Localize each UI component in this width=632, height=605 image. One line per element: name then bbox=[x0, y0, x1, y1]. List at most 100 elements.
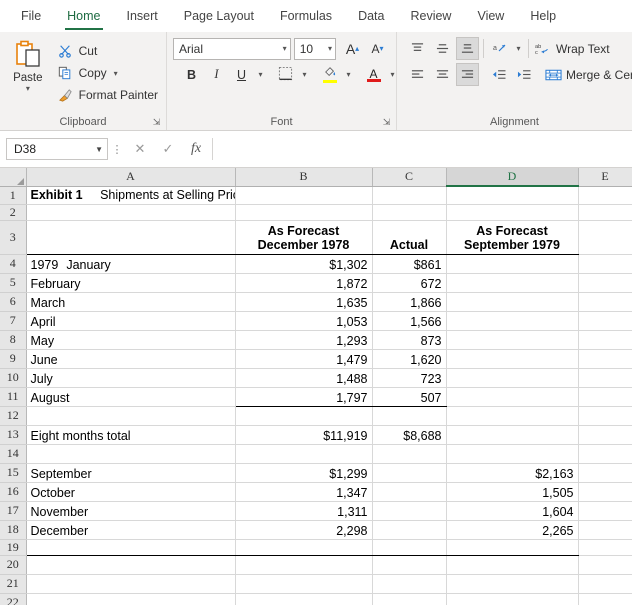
cell-c19[interactable] bbox=[372, 539, 447, 556]
row-header-12[interactable]: 12 bbox=[0, 406, 27, 426]
cell-c14[interactable] bbox=[372, 444, 447, 464]
row-header-21[interactable]: 21 bbox=[0, 574, 27, 594]
orientation-button[interactable]: a bbox=[488, 37, 511, 60]
cell-c11[interactable]: 507 bbox=[372, 387, 447, 407]
cell-e9[interactable] bbox=[578, 349, 632, 369]
cell-c3[interactable]: Actual bbox=[372, 219, 447, 255]
cell-e8[interactable] bbox=[578, 330, 632, 350]
align-top-button[interactable] bbox=[406, 37, 429, 60]
column-header-e[interactable]: E bbox=[578, 168, 632, 187]
cell-e1[interactable] bbox=[578, 186, 632, 205]
align-center-button[interactable] bbox=[431, 63, 454, 86]
cell-d21[interactable] bbox=[446, 574, 579, 594]
cell-a19[interactable] bbox=[26, 539, 236, 556]
decrease-indent-button[interactable] bbox=[487, 63, 510, 86]
row-header-16[interactable]: 16 bbox=[0, 482, 27, 502]
cell-d13[interactable] bbox=[446, 425, 579, 445]
cell-c9[interactable]: 1,620 bbox=[372, 349, 447, 369]
cell-a4[interactable]: 1979 January bbox=[26, 254, 236, 274]
borders-button[interactable] bbox=[274, 63, 297, 86]
cell-d22[interactable] bbox=[446, 593, 579, 605]
cell-e13[interactable] bbox=[578, 425, 632, 445]
cell-d19[interactable] bbox=[446, 539, 579, 556]
cell-e7[interactable] bbox=[578, 311, 632, 331]
cut-button[interactable]: Cut bbox=[52, 40, 162, 62]
merge-center-button[interactable]: Merge & Cen bbox=[542, 63, 632, 86]
cell-b13[interactable]: $11,919 bbox=[235, 425, 373, 445]
cell-e4[interactable] bbox=[578, 254, 632, 274]
fill-color-button[interactable] bbox=[318, 63, 341, 86]
cell-c20[interactable] bbox=[372, 555, 447, 575]
row-header-11[interactable]: 11 bbox=[0, 387, 27, 407]
italic-button[interactable]: I bbox=[205, 63, 228, 86]
cell-b1[interactable] bbox=[235, 186, 373, 205]
cell-a3[interactable] bbox=[26, 219, 236, 255]
cell-b8[interactable]: 1,293 bbox=[235, 330, 373, 350]
name-box[interactable]: D38 ▼ bbox=[6, 138, 108, 160]
orientation-dropdown[interactable]: ▾ bbox=[513, 37, 524, 60]
font-dialog-launcher[interactable]: ⇲ bbox=[381, 117, 392, 128]
cell-e12[interactable] bbox=[578, 406, 632, 426]
cell-d12[interactable] bbox=[446, 406, 579, 426]
font-size-select[interactable]: 10 ▾ bbox=[293, 37, 336, 60]
cell-b10[interactable]: 1,488 bbox=[235, 368, 373, 388]
fill-color-dropdown[interactable]: ▾ bbox=[343, 63, 354, 86]
tab-home[interactable]: Home bbox=[54, 0, 113, 32]
format-painter-button[interactable]: Format Painter bbox=[52, 84, 162, 106]
cell-c4[interactable]: $861 bbox=[372, 254, 447, 274]
enter-formula-button[interactable]: ✓ bbox=[154, 138, 182, 160]
cell-c2[interactable] bbox=[372, 204, 447, 221]
cell-b5[interactable]: 1,872 bbox=[235, 273, 373, 293]
cell-c16[interactable] bbox=[372, 482, 447, 502]
tab-help[interactable]: Help bbox=[517, 0, 569, 32]
cell-d3[interactable]: As Forecast September 1979 bbox=[446, 219, 579, 255]
bold-button[interactable]: B bbox=[180, 63, 203, 86]
cell-e21[interactable] bbox=[578, 574, 632, 594]
cell-c13[interactable]: $8,688 bbox=[372, 425, 447, 445]
cell-b20[interactable] bbox=[235, 555, 373, 575]
wrap-text-button[interactable]: ab c Wrap Text bbox=[532, 37, 613, 60]
cell-b19[interactable] bbox=[235, 539, 373, 556]
cell-b11[interactable]: 1,797 bbox=[235, 387, 373, 407]
cell-d17[interactable]: 1,604 bbox=[446, 501, 579, 521]
increase-indent-button[interactable] bbox=[512, 63, 535, 86]
row-header-4[interactable]: 4 bbox=[0, 254, 27, 274]
cell-a20[interactable] bbox=[26, 555, 236, 575]
clipboard-dialog-launcher[interactable]: ⇲ bbox=[151, 117, 162, 128]
cell-a13[interactable]: Eight months total bbox=[26, 425, 236, 445]
cell-b12[interactable] bbox=[235, 406, 373, 426]
copy-button[interactable]: Copy ▾ bbox=[52, 62, 162, 84]
cell-e2[interactable] bbox=[578, 204, 632, 221]
cell-e10[interactable] bbox=[578, 368, 632, 388]
cell-d16[interactable]: 1,505 bbox=[446, 482, 579, 502]
underline-button[interactable]: U bbox=[230, 63, 253, 86]
chevron-down-icon[interactable]: ▾ bbox=[114, 69, 118, 78]
cell-e14[interactable] bbox=[578, 444, 632, 464]
cell-e6[interactable] bbox=[578, 292, 632, 312]
column-header-b[interactable]: B bbox=[235, 168, 373, 187]
cell-e19[interactable] bbox=[578, 539, 632, 556]
cell-b14[interactable] bbox=[235, 444, 373, 464]
cell-c6[interactable]: 1,866 bbox=[372, 292, 447, 312]
cell-d8[interactable] bbox=[446, 330, 579, 350]
cell-a21[interactable] bbox=[26, 574, 236, 594]
cell-b4[interactable]: $1,302 bbox=[235, 254, 373, 274]
cell-d7[interactable] bbox=[446, 311, 579, 331]
formula-input[interactable] bbox=[212, 138, 632, 160]
row-header-2[interactable]: 2 bbox=[0, 204, 27, 221]
cell-a12[interactable] bbox=[26, 406, 236, 426]
cell-c15[interactable] bbox=[372, 463, 447, 483]
cell-a1[interactable]: Exhibit 1 Shipments at Selling Price (th… bbox=[26, 186, 236, 205]
cell-d10[interactable] bbox=[446, 368, 579, 388]
font-color-button[interactable]: A bbox=[362, 63, 385, 86]
tab-formulas[interactable]: Formulas bbox=[267, 0, 345, 32]
insert-function-button[interactable]: fx bbox=[182, 138, 210, 160]
cell-e15[interactable] bbox=[578, 463, 632, 483]
cell-b3[interactable]: As Forecast December 1978 bbox=[235, 219, 373, 255]
row-header-5[interactable]: 5 bbox=[0, 273, 27, 293]
cell-c7[interactable]: 1,566 bbox=[372, 311, 447, 331]
row-header-1[interactable]: 1 bbox=[0, 186, 27, 205]
cell-a8[interactable]: May bbox=[26, 330, 236, 350]
tab-data[interactable]: Data bbox=[345, 0, 397, 32]
font-name-select[interactable]: Arial ▾ bbox=[173, 37, 291, 60]
